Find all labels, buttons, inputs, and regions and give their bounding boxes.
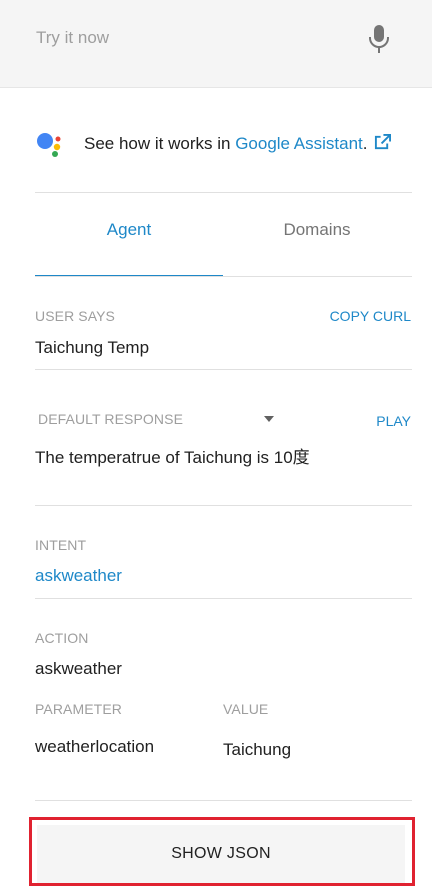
tab-agent[interactable]: Agent <box>35 220 223 276</box>
assistant-row: See how it works in Google Assistant. <box>36 130 412 160</box>
action-value: askweather <box>35 659 122 678</box>
value-header: VALUE <box>223 701 269 717</box>
parameter-header: PARAMETER <box>35 701 122 717</box>
divider <box>35 800 412 801</box>
google-assistant-link[interactable]: Google Assistant <box>235 134 363 153</box>
try-it-now-bar: Try it now <box>0 0 432 88</box>
try-it-now-input[interactable]: Try it now <box>36 28 109 48</box>
assistant-caption: See how it works in Google Assistant. <box>84 134 391 154</box>
microphone-icon[interactable] <box>368 24 390 54</box>
highlight-box <box>29 817 415 886</box>
external-link-icon[interactable] <box>374 134 391 151</box>
default-response-value: The temperatrue of Taichung is 10度 <box>35 448 310 467</box>
tab-agent-label: Agent <box>106 220 152 239</box>
divider <box>35 505 412 506</box>
user-says-value: Taichung Temp <box>35 338 150 357</box>
action-label: ACTION <box>35 630 89 646</box>
tab-domains[interactable]: Domains <box>223 220 411 276</box>
intent-label: INTENT <box>35 537 87 553</box>
intent-link[interactable]: askweather <box>35 566 122 586</box>
divider <box>35 369 412 370</box>
parameter-name: weatherlocation <box>35 737 155 756</box>
tabs-divider <box>35 276 412 277</box>
chevron-down-icon[interactable] <box>264 416 274 422</box>
divider <box>35 192 412 193</box>
tab-domains-label: Domains <box>283 220 351 239</box>
assistant-suffix: . <box>362 134 368 153</box>
copy-curl-button[interactable]: COPY CURL <box>330 308 411 324</box>
divider <box>35 598 412 599</box>
google-assistant-logo <box>37 133 61 157</box>
parameter-value: Taichung <box>223 740 292 759</box>
play-button[interactable]: PLAY <box>376 413 411 429</box>
assistant-prefix: See how it works in <box>84 134 236 153</box>
user-says-label: USER SAYS <box>35 308 115 324</box>
default-response-label[interactable]: DEFAULT RESPONSE <box>38 411 183 427</box>
